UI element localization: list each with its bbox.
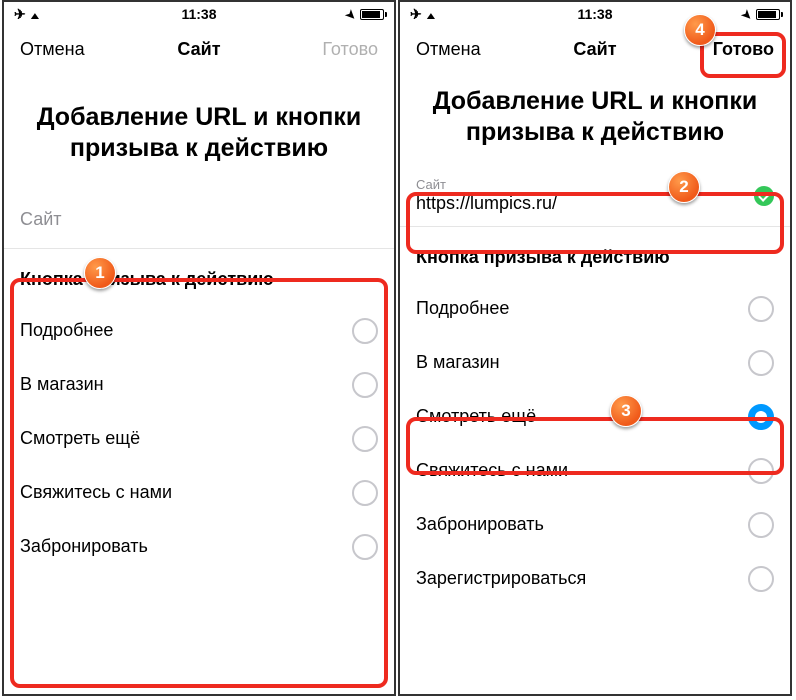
radio-icon [748, 458, 774, 484]
option-label: Свяжитесь с нами [20, 482, 352, 503]
cta-option[interactable]: Смотреть ещё [4, 412, 394, 466]
cancel-button[interactable]: Отмена [416, 39, 535, 60]
option-label: Свяжитесь с нами [416, 460, 748, 481]
radio-icon [352, 372, 378, 398]
radio-icon [748, 296, 774, 322]
airplane-mode-icon [410, 6, 422, 23]
option-label: Смотреть ещё [20, 428, 352, 449]
cta-option[interactable]: Смотреть ещё [400, 390, 790, 444]
wifi-icon [426, 6, 436, 22]
cta-option[interactable]: Зарегистрироваться [400, 552, 790, 606]
page-title: Добавление URL и кнопки призыва к действ… [400, 72, 790, 167]
phone-right: 11:38 Отмена Сайт Готово Добавление URL … [398, 0, 792, 696]
radio-icon-selected [748, 404, 774, 430]
airplane-mode-icon [14, 6, 26, 23]
cta-option[interactable]: Подробнее [4, 304, 394, 358]
radio-icon [748, 512, 774, 538]
option-label: Забронировать [416, 514, 748, 535]
nav-title: Сайт [535, 39, 654, 60]
option-label: В магазин [416, 352, 748, 373]
nav-title: Сайт [139, 39, 258, 60]
radio-icon [352, 318, 378, 344]
cta-option[interactable]: Подробнее [400, 282, 790, 336]
radio-icon [352, 426, 378, 452]
site-value: https://lumpics.ru/ [416, 192, 774, 214]
option-label: Подробнее [20, 320, 352, 341]
cta-option[interactable]: В магазин [4, 358, 394, 412]
section-header: Кнопка призыва к действию [400, 227, 790, 282]
cta-option[interactable]: Забронировать [400, 498, 790, 552]
radio-icon [352, 534, 378, 560]
radio-icon [352, 480, 378, 506]
site-placeholder: Сайт [20, 201, 378, 236]
phone-left: 11:38 Отмена Сайт Готово Добавление URL … [2, 0, 396, 696]
battery-icon [360, 9, 384, 20]
done-button[interactable]: Готово [259, 39, 378, 60]
cta-option[interactable]: В магазин [400, 336, 790, 390]
wifi-icon [30, 6, 40, 22]
section-header: Кнопка призыва к действию [4, 249, 394, 304]
cta-option[interactable]: Свяжитесь с нами [400, 444, 790, 498]
nav-bar: Отмена Сайт Готово [400, 26, 790, 72]
location-icon [346, 6, 356, 22]
option-label: Подробнее [416, 298, 748, 319]
done-button[interactable]: Готово [655, 39, 774, 60]
page-title: Добавление URL и кнопки призыва к действ… [4, 72, 394, 191]
option-label: В магазин [20, 374, 352, 395]
status-time: 11:38 [137, 6, 260, 22]
cta-option[interactable]: Забронировать [4, 520, 394, 574]
option-label: Зарегистрироваться [416, 568, 748, 589]
status-bar: 11:38 [4, 2, 394, 26]
site-field[interactable]: Сайт [4, 191, 394, 249]
radio-icon [748, 350, 774, 376]
battery-icon [756, 9, 780, 20]
option-label: Смотреть ещё [416, 406, 748, 427]
site-field[interactable]: Сайт https://lumpics.ru/ [400, 167, 790, 227]
cancel-button[interactable]: Отмена [20, 39, 139, 60]
cta-option[interactable]: Свяжитесь с нами [4, 466, 394, 520]
status-time: 11:38 [533, 6, 656, 22]
valid-check-icon [754, 186, 774, 206]
nav-bar: Отмена Сайт Готово [4, 26, 394, 72]
option-label: Забронировать [20, 536, 352, 557]
status-bar: 11:38 [400, 2, 790, 26]
location-icon [742, 6, 752, 22]
radio-icon [748, 566, 774, 592]
site-label: Сайт [416, 177, 774, 192]
